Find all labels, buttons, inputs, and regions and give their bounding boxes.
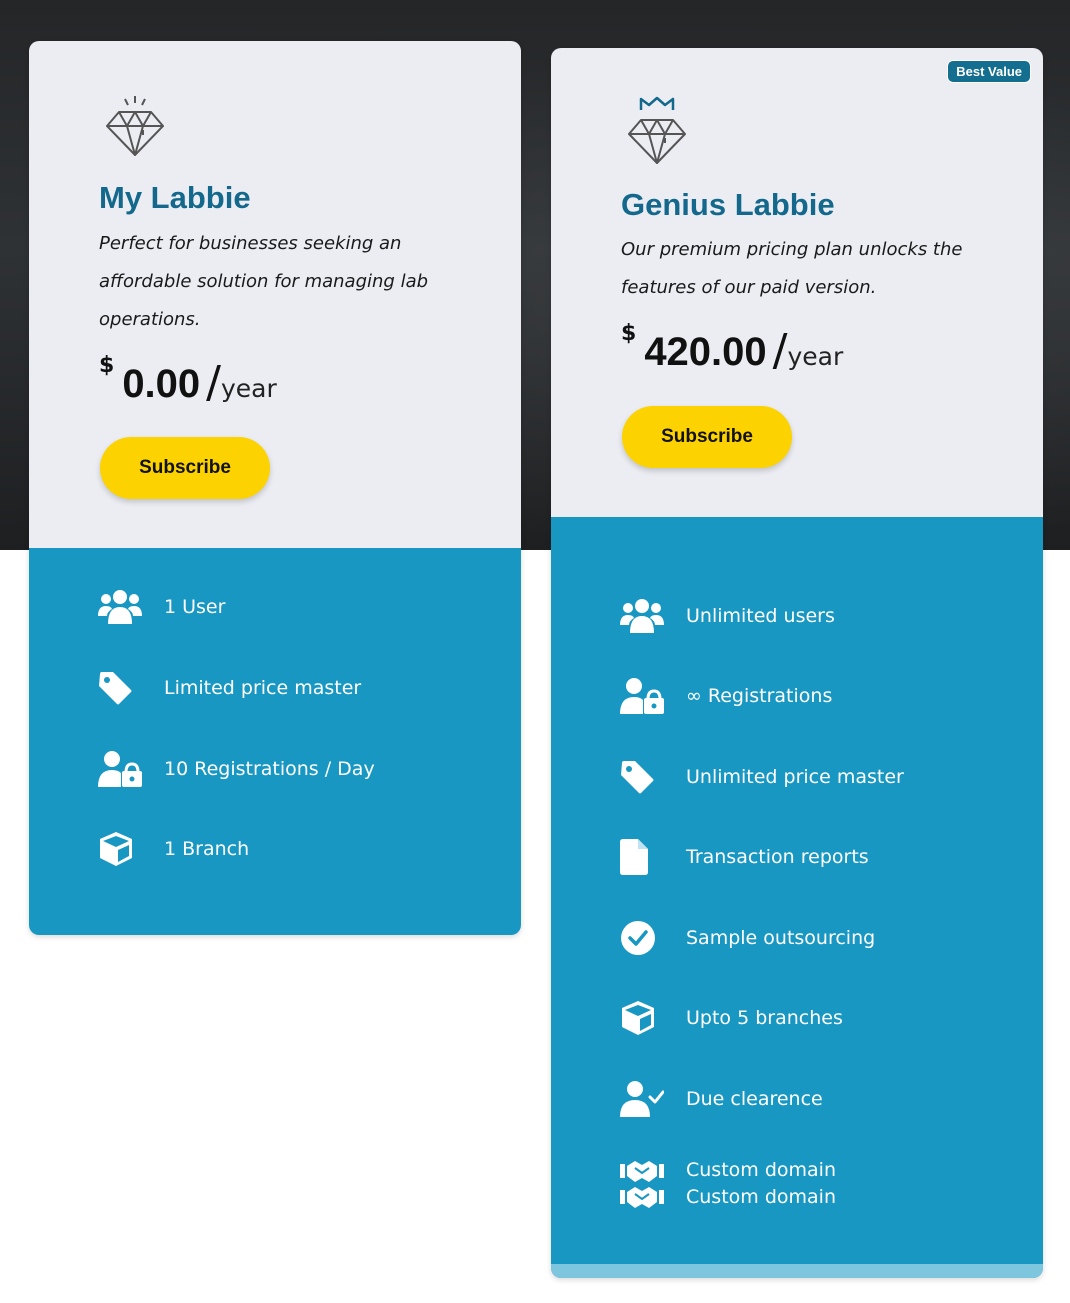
feature-item: 1 Branch: [98, 829, 249, 869]
feature-item: 1 User: [98, 587, 225, 627]
feature-label: Custom domain Custom domain: [686, 1157, 836, 1211]
check-circle-icon: [620, 918, 664, 958]
price-period: year: [221, 374, 277, 403]
feature-label-line1: Custom domain: [686, 1159, 836, 1181]
tag-icon: [620, 757, 664, 797]
plan-price: $0.00/year: [99, 353, 277, 408]
feature-label: ∞ Registrations: [686, 684, 833, 707]
best-value-badge: Best Value: [947, 60, 1031, 83]
subscribe-button[interactable]: Subscribe: [100, 437, 270, 499]
feature-item: Due clearence: [620, 1079, 823, 1119]
price-period: year: [787, 342, 844, 371]
plan-title: My Labbie: [99, 180, 251, 215]
price-amount: 0.00: [122, 362, 201, 406]
diamond-icon: [103, 94, 167, 162]
handshake-icon: [620, 1157, 664, 1211]
plan-price: $420.00/year: [621, 321, 844, 376]
user-lock-icon: [98, 749, 142, 789]
users-icon: [620, 596, 664, 636]
plan-description: Perfect for businesses seeking an afford…: [99, 233, 429, 330]
feature-label: Limited price master: [164, 676, 362, 699]
feature-item: 10 Registrations / Day: [98, 749, 375, 789]
pricing-card-my-labbie: My Labbie Perfect for businesses seeking…: [29, 41, 521, 935]
price-slash: /: [206, 357, 221, 408]
feature-label: 1 User: [164, 595, 226, 618]
feature-label: Transaction reports: [686, 845, 869, 868]
feature-item: Transaction reports: [620, 837, 869, 877]
feature-item: Upto 5 branches: [620, 998, 843, 1038]
user-lock-icon: [620, 676, 664, 716]
currency-symbol: $: [99, 353, 115, 378]
feature-label: 1 Branch: [164, 837, 250, 860]
plan-header: Best Value Genius Labbie Our premium pri…: [551, 48, 1043, 517]
card-footer-strip: [551, 1264, 1043, 1278]
feature-item: Sample outsourcing: [620, 918, 875, 958]
feature-list: Unlimited users ∞ Registrations Unlimite…: [551, 517, 1043, 1278]
crown-diamond-icon: [625, 96, 689, 170]
box-icon: [620, 998, 664, 1038]
feature-list: 1 User Limited price master 10 Registrat…: [29, 548, 521, 935]
plan-title: Genius Labbie: [621, 187, 835, 222]
feature-label: Unlimited price master: [686, 765, 904, 788]
plan-description: Our premium pricing plan unlocks the fea…: [621, 239, 963, 298]
tag-icon: [98, 668, 142, 708]
price-amount: 420.00: [644, 330, 767, 374]
users-icon: [98, 587, 142, 627]
feature-label: Sample outsourcing: [686, 926, 876, 949]
feature-label: Unlimited users: [686, 604, 835, 627]
pricing-card-genius-labbie: Best Value Genius Labbie Our premium pri…: [551, 48, 1043, 1278]
plan-header: My Labbie Perfect for businesses seeking…: [29, 41, 521, 548]
feature-item: Unlimited price master: [620, 757, 904, 797]
feature-label: Upto 5 branches: [686, 1006, 843, 1029]
subscribe-button[interactable]: Subscribe: [622, 406, 792, 468]
feature-label-line2: Custom domain: [686, 1186, 836, 1208]
price-slash: /: [772, 325, 788, 376]
feature-item: Limited price master: [98, 668, 361, 708]
feature-item: Unlimited users: [620, 596, 835, 636]
feature-label: 10 Registrations / Day: [164, 757, 375, 780]
file-icon: [620, 837, 664, 877]
feature-item: Custom domain Custom domain: [620, 1157, 836, 1211]
user-check-icon: [620, 1079, 664, 1119]
box-icon: [98, 829, 142, 869]
feature-label: Due clearence: [686, 1087, 823, 1110]
feature-item: ∞ Registrations: [620, 676, 832, 716]
currency-symbol: $: [621, 321, 637, 346]
